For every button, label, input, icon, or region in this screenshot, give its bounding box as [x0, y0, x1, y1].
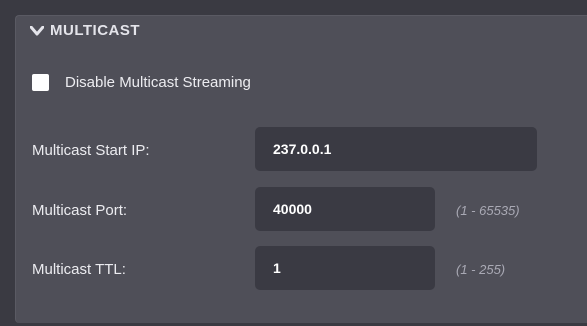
- disable-streaming-row: Disable Multicast Streaming: [32, 74, 251, 91]
- start-ip-input[interactable]: 237.0.0.1: [255, 127, 537, 171]
- disable-streaming-checkbox[interactable]: [32, 74, 49, 91]
- disable-streaming-label: Disable Multicast Streaming: [65, 74, 251, 91]
- chevron-down-icon[interactable]: [30, 24, 44, 38]
- multicast-section-header[interactable]: MULTICAST: [30, 22, 140, 39]
- port-label: Multicast Port:: [32, 202, 128, 219]
- ttl-input[interactable]: 1: [255, 246, 435, 290]
- port-input[interactable]: 40000: [255, 187, 435, 231]
- port-range-hint: (1 - 65535): [456, 203, 520, 218]
- ttl-range-hint: (1 - 255): [456, 262, 506, 277]
- start-ip-label: Multicast Start IP:: [32, 142, 150, 159]
- app-frame: MULTICAST Disable Multicast Streaming Mu…: [0, 0, 587, 326]
- ttl-label: Multicast TTL:: [32, 261, 126, 278]
- section-title: MULTICAST: [50, 22, 141, 39]
